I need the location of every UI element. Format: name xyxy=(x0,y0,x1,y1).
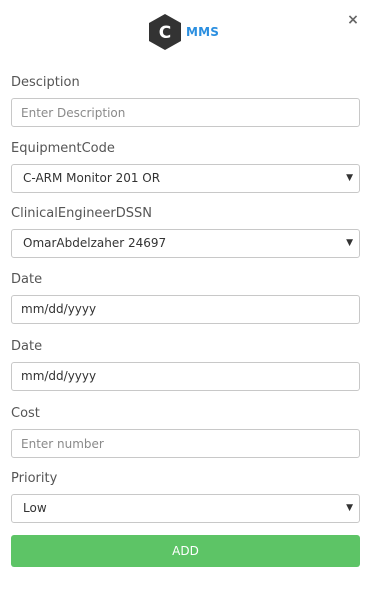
priority-select[interactable]: Low ▼ xyxy=(11,494,360,523)
logo-hex-icon: C xyxy=(147,13,183,51)
date-label-1: Date xyxy=(11,272,43,287)
cost-input[interactable] xyxy=(11,429,360,458)
add-maintenance-modal: × C MMS Desciption EquipmentCode C-ARM M… xyxy=(0,0,371,595)
priority-value: Low xyxy=(23,501,47,515)
description-label: Desciption xyxy=(11,75,80,90)
date-input-1-value: mm/dd/yyyy xyxy=(21,302,97,316)
caret-down-icon: ▼ xyxy=(346,173,353,183)
clinical-engineer-select[interactable]: OmarAbdelzaher 24697 ▼ xyxy=(11,229,360,258)
date-label-2: Date xyxy=(11,339,43,354)
description-input[interactable] xyxy=(11,98,360,127)
close-button[interactable]: × xyxy=(346,12,360,28)
clinical-engineer-value: OmarAbdelzaher 24697 xyxy=(23,236,167,250)
date-input-1[interactable]: mm/dd/yyyy xyxy=(11,295,360,324)
caret-down-icon: ▼ xyxy=(346,503,353,513)
priority-label: Priority xyxy=(11,471,58,486)
cost-label: Cost xyxy=(11,406,40,421)
clinical-engineer-label: ClinicalEngineerDSSN xyxy=(11,206,153,221)
close-icon[interactable]: × xyxy=(347,12,359,28)
logo-letter: C xyxy=(159,23,171,43)
equipment-code-label: EquipmentCode xyxy=(11,141,115,156)
add-button[interactable]: ADD xyxy=(11,535,360,567)
caret-down-icon: ▼ xyxy=(346,238,353,248)
equipment-code-value: C-ARM Monitor 201 OR xyxy=(23,171,161,185)
date-input-2[interactable]: mm/dd/yyyy xyxy=(11,362,360,391)
logo: C MMS xyxy=(147,13,219,51)
logo-text: MMS xyxy=(186,25,220,39)
equipment-code-select[interactable]: C-ARM Monitor 201 OR ▼ xyxy=(11,164,360,193)
date-input-2-value: mm/dd/yyyy xyxy=(21,369,97,383)
